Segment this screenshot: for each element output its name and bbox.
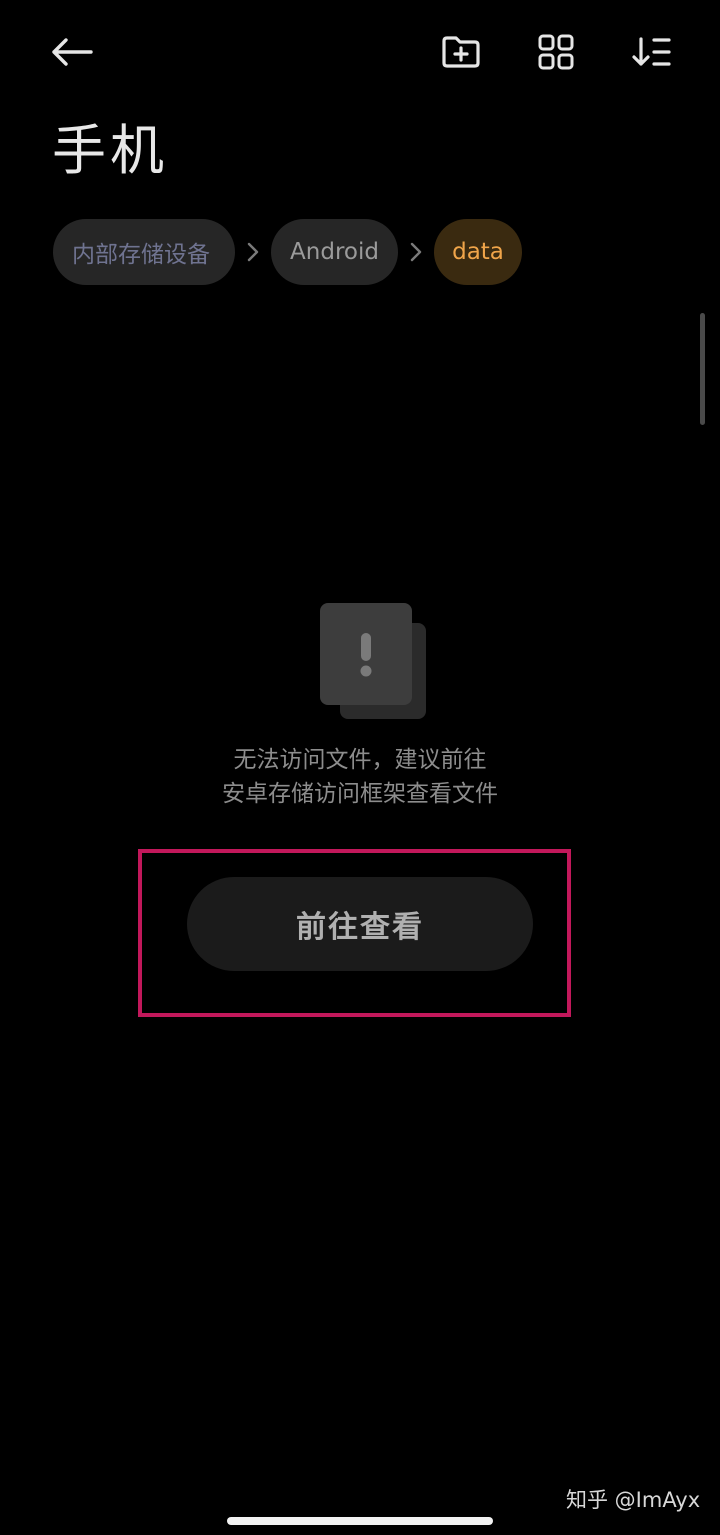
page-title: 手机 [52, 119, 168, 182]
scrollbar[interactable] [700, 313, 705, 425]
sort-icon [632, 37, 671, 66]
grid-view-button[interactable] [528, 24, 584, 80]
empty-state-message-line2: 安卓存储访问框架查看文件 [222, 781, 498, 807]
grid-icon [538, 34, 574, 70]
sort-button[interactable] [624, 24, 680, 80]
empty-state-message-line1: 无法访问文件，建议前往 [233, 747, 487, 773]
breadcrumb-item-internal-storage[interactable]: 内部存储设备 [53, 219, 235, 285]
chevron-right-icon [398, 219, 434, 285]
folder-plus-icon [442, 36, 480, 68]
back-button[interactable] [44, 24, 100, 80]
home-indicator[interactable] [227, 1517, 493, 1525]
watermark: 知乎 @ImAyx [566, 1488, 701, 1512]
go-view-button[interactable]: 前往查看 [187, 877, 533, 971]
breadcrumb: 内部存储设备 Android data [53, 219, 522, 285]
top-bar [0, 0, 720, 104]
breadcrumb-item-android[interactable]: Android [271, 219, 398, 285]
arrow-left-icon [52, 38, 93, 66]
warning-icon [320, 603, 426, 720]
chevron-right-icon [235, 219, 271, 285]
breadcrumb-item-data[interactable]: data [434, 219, 522, 285]
new-folder-button[interactable] [433, 24, 489, 80]
